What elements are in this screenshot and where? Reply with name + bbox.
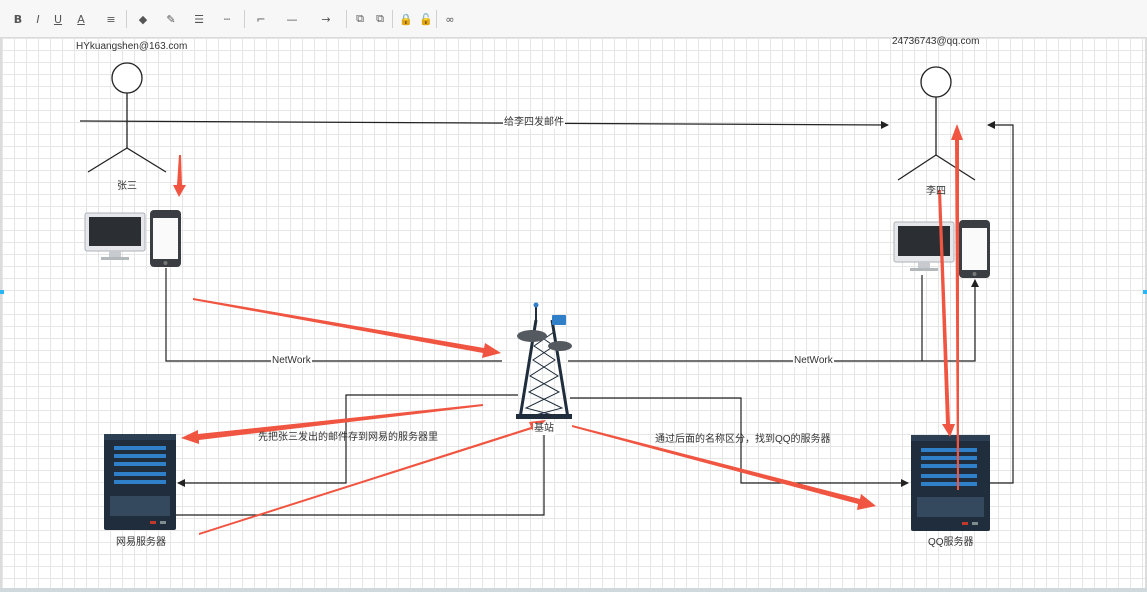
qq-to-receiver-connector (987, 121, 1014, 484)
annotation-arrow-sender-to-tower (193, 298, 501, 358)
sender-email-label: HYkuangshen@163.com (76, 41, 188, 52)
annotation-arrow-sender-down (173, 155, 186, 197)
network-right-label: NetWork (793, 355, 834, 367)
receiver-phone-icon[interactable] (959, 220, 990, 278)
send-mail-label: 给李四发邮件 (503, 117, 565, 129)
receiver-email-label: 24736743@qq.com (892, 36, 980, 47)
annotation-arrows (173, 124, 963, 535)
netease-server-icon[interactable] (104, 434, 176, 530)
sender-monitor-icon[interactable] (84, 212, 146, 260)
qq-server-icon[interactable] (911, 435, 990, 531)
sender-name-label: 张三 (117, 181, 137, 192)
connector-lines (79, 120, 1014, 516)
sender-phone-icon[interactable] (150, 210, 181, 267)
receiver-person-icon[interactable] (897, 66, 976, 181)
sender-person-icon[interactable] (87, 62, 167, 173)
base-station-tower-icon[interactable] (516, 302, 572, 420)
qq-server-label: QQ服务器 (928, 537, 974, 548)
send-mail-connector (79, 120, 889, 129)
diagram-drawing (79, 62, 1014, 535)
network-left-label: NetWork (271, 355, 312, 367)
route-note-label: 通过后面的名称区分，找到QQ的服务器 (655, 434, 831, 445)
receiver-name-label: 李四 (926, 186, 946, 197)
receiver-monitor-icon[interactable] (893, 221, 955, 271)
network-right-connector (568, 279, 979, 362)
netease-server-label: 网易服务器 (116, 537, 166, 548)
store-note-label: 先把张三发出的邮件存到网易的服务器里 (258, 432, 438, 443)
base-station-label: 基站 (533, 423, 555, 435)
